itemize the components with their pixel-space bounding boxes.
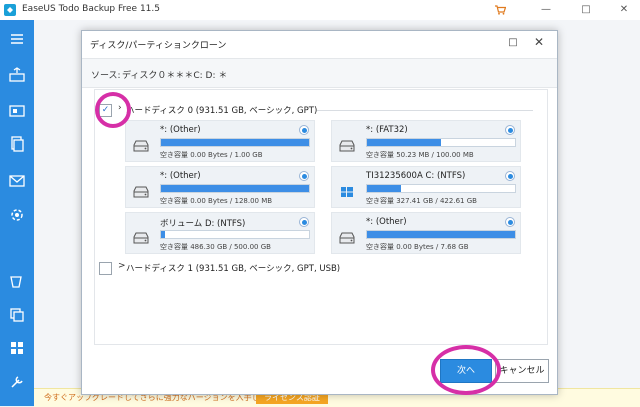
app-close-button[interactable]: ✕ <box>616 2 632 18</box>
disk-row[interactable]: > ハードディスク 1 (931.51 GB, ベーシック, GPT, USB) <box>95 259 535 277</box>
source-label: ソース: <box>91 71 121 81</box>
disk-expand-arrow[interactable]: > <box>118 261 126 271</box>
partition-name: *: (Other) <box>160 171 201 181</box>
partition-name: TI31235600A C: (NTFS) <box>366 171 466 181</box>
apps-icon[interactable] <box>7 338 27 358</box>
app-title: EaseUS Todo Backup Free 11.5 <box>22 4 160 14</box>
partition-radio[interactable] <box>505 125 515 135</box>
partition-name: ボリューム D: (NTFS) <box>160 219 246 229</box>
restore-button[interactable]: □ <box>578 2 594 18</box>
partition-name: *: (FAT32) <box>366 125 408 135</box>
partition-usage-fill <box>161 231 166 238</box>
menu-icon[interactable] <box>7 29 27 49</box>
partition-usage-fill <box>161 185 309 192</box>
partition-name: *: (Other) <box>366 217 407 227</box>
app-logo-icon <box>4 4 16 16</box>
clone-dialog: ディスク/パーティションクローン □ ✕ ソース: ディスク０＊＊＊C: D: … <box>81 30 558 395</box>
settings-icon[interactable] <box>7 372 27 392</box>
cancel-button[interactable]: キャンセル <box>495 359 549 383</box>
disk-checkbox[interactable] <box>99 262 112 275</box>
cart-icon[interactable] <box>495 5 506 15</box>
partition-card[interactable]: *: (FAT32) 空き容量 50.23 MB / 100.00 MB <box>331 120 521 162</box>
dialog-title: ディスク/パーティションクローン <box>90 41 227 51</box>
drive-icon <box>133 186 149 198</box>
disk-expand-arrow[interactable]: › <box>118 103 122 113</box>
partition-card[interactable]: *: (Other) 空き容量 0.00 Bytes / 128.00 MB <box>125 166 315 208</box>
partition-usage-bar <box>160 184 310 193</box>
partition-usage-bar <box>160 138 310 147</box>
partition-usage-fill <box>367 139 441 146</box>
partition-radio[interactable] <box>299 125 309 135</box>
sidebar <box>0 20 34 406</box>
minimize-button[interactable]: — <box>538 2 554 18</box>
partition-usage-bar <box>366 138 516 147</box>
partition-radio[interactable] <box>299 171 309 181</box>
partition-free-space: 空き容量 50.23 MB / 100.00 MB <box>366 151 474 159</box>
drive-icon <box>339 140 355 152</box>
disk-label: ハードディスク 1 (931.51 GB, ベーシック, GPT, USB) <box>126 264 341 274</box>
dialog-maximize-button[interactable]: □ <box>506 36 520 50</box>
clone-icon[interactable] <box>7 305 27 325</box>
drive-icon <box>339 232 355 244</box>
windows-drive-icon <box>341 187 353 197</box>
disk-label: ハードディスク 0 (931.51 GB, ベーシック, GPT) <box>126 106 318 116</box>
disk-checkbox[interactable]: ✓ <box>99 104 112 117</box>
mail-backup-icon[interactable] <box>7 170 27 190</box>
tools-icon[interactable] <box>7 272 27 292</box>
disk-row[interactable]: ✓ › ハードディスク 0 (931.51 GB, ベーシック, GPT) <box>95 101 535 119</box>
partition-free-space: 空き容量 327.41 GB / 422.61 GB <box>366 197 477 205</box>
partition-radio[interactable] <box>505 217 515 227</box>
partition-radio[interactable] <box>299 217 309 227</box>
partition-card[interactable]: TI31235600A C: (NTFS) 空き容量 327.41 GB / 4… <box>331 166 521 208</box>
file-backup-icon[interactable] <box>7 134 27 154</box>
partition-usage-bar <box>160 230 310 239</box>
source-bar: ソース: ディスク０＊＊＊C: D: ＊ <box>82 58 557 88</box>
drive-icon <box>133 232 149 244</box>
partition-free-space: 空き容量 0.00 Bytes / 128.00 MB <box>160 197 273 205</box>
partition-usage-fill <box>161 139 309 146</box>
partition-free-space: 空き容量 0.00 Bytes / 7.68 GB <box>366 243 469 251</box>
system-backup-icon[interactable] <box>7 100 27 120</box>
smart-backup-icon[interactable] <box>7 205 27 225</box>
partition-usage-bar <box>366 184 516 193</box>
partition-free-space: 空き容量 0.00 Bytes / 1.00 GB <box>160 151 263 159</box>
partition-free-space: 空き容量 486.30 GB / 500.00 GB <box>160 243 271 251</box>
partition-usage-fill <box>367 231 515 238</box>
disk-list: ✓ › ハードディスク 0 (931.51 GB, ベーシック, GPT) *:… <box>94 89 548 345</box>
partition-card[interactable]: *: (Other) 空き容量 0.00 Bytes / 1.00 GB <box>125 120 315 162</box>
partition-card[interactable]: ボリューム D: (NTFS) 空き容量 486.30 GB / 500.00 … <box>125 212 315 254</box>
dialog-close-button[interactable]: ✕ <box>532 35 546 49</box>
partition-radio[interactable] <box>505 171 515 181</box>
partition-usage-bar <box>366 230 516 239</box>
backup-icon[interactable] <box>7 65 27 85</box>
app-titlebar: EaseUS Todo Backup Free 11.5 — □ ✕ <box>0 0 640 21</box>
source-value: ディスク０＊＊＊C: D: ＊ <box>122 71 228 81</box>
next-button[interactable]: 次へ <box>440 359 492 383</box>
drive-icon <box>133 140 149 152</box>
partition-name: *: (Other) <box>160 125 201 135</box>
partition-card[interactable]: *: (Other) 空き容量 0.00 Bytes / 7.68 GB <box>331 212 521 254</box>
partition-usage-fill <box>367 185 402 192</box>
divider <box>317 110 533 111</box>
